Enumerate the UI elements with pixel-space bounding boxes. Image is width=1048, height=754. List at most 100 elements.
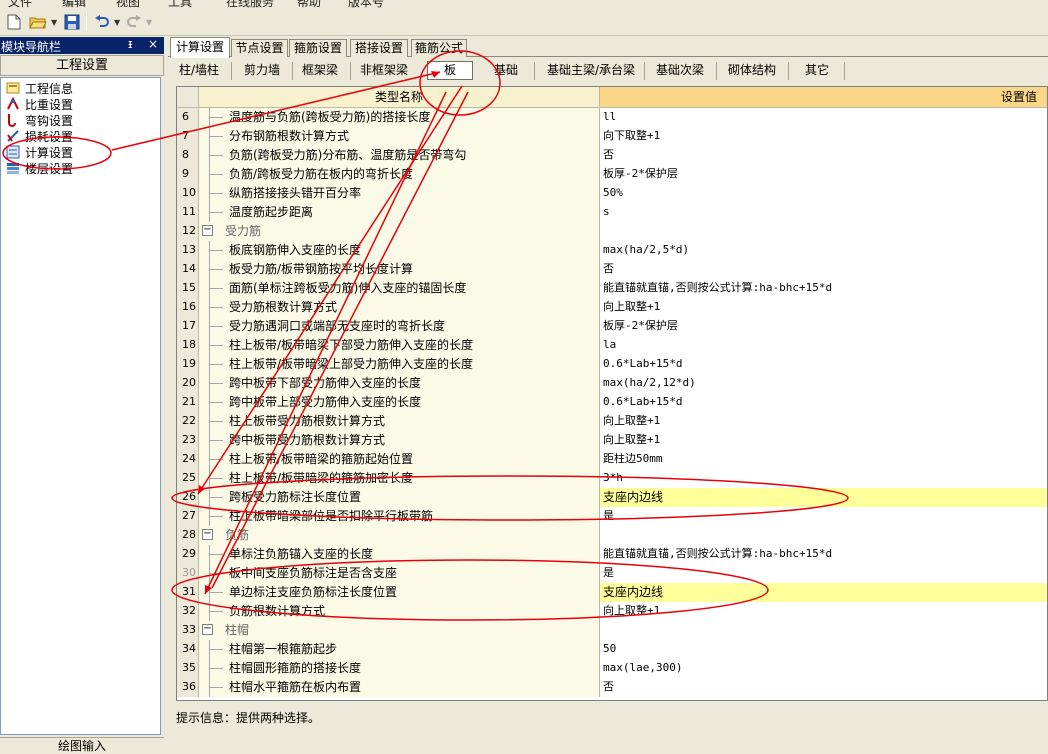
row-value-cell[interactable]: 否 [600, 146, 1047, 165]
table-row[interactable]: 29 单标注负筋锚入支座的长度 能直锚就直锚,否则按公式计算:ha-bhc+15*d [177, 545, 1047, 564]
table-row[interactable]: 23 跨中板带受力筋根数计算方式 向上取整+1 [177, 431, 1047, 450]
undo-dropdown-icon[interactable]: ▼ [114, 18, 120, 27]
menu-item[interactable]: 编辑 [62, 0, 86, 8]
table-row[interactable]: 25 柱上板带/板带暗梁的箍筋加密长度 3*h [177, 469, 1047, 488]
row-value-cell[interactable]: 50 [600, 640, 1047, 659]
save-icon[interactable] [62, 12, 82, 32]
table-row[interactable]: 20 跨中板带下部受力筋伸入支座的长度 max(ha/2,12*d) [177, 374, 1047, 393]
row-value-cell[interactable]: 向上取整+1 [600, 602, 1047, 621]
collapse-toggle-icon[interactable]: − [202, 624, 213, 635]
table-row[interactable]: 18 柱上板带/板带暗梁下部受力筋伸入支座的长度 la [177, 336, 1047, 355]
menu-item[interactable]: 文件 [8, 0, 32, 8]
table-row[interactable]: 31 单边标注支座负筋标注长度位置 支座内边线 [177, 583, 1047, 602]
subtab-column[interactable]: 柱/墙柱 [170, 58, 228, 83]
table-row[interactable]: 19 柱上板带/板带暗梁上部受力筋伸入支座的长度 0.6*Lab+15*d [177, 355, 1047, 374]
row-value-cell[interactable]: 板厚-2*保护层 [600, 317, 1047, 336]
row-value-cell[interactable]: 否 [600, 260, 1047, 279]
table-row[interactable]: 6 温度筋与负筋(跨板受力筋)的搭接长度 ll [177, 108, 1047, 127]
drawing-input-button[interactable]: 绘图输入 [0, 737, 164, 754]
pin-icon[interactable]: ᵻ [128, 37, 132, 51]
undo-icon[interactable] [92, 12, 112, 32]
table-row[interactable]: 11 温度筋起步距离 s [177, 203, 1047, 222]
nav-item-weight[interactable]: 比重设置 [5, 96, 73, 112]
table-row[interactable]: 30 板中间支座负筋标注是否含支座 是 [177, 564, 1047, 583]
subtab-non-frame-beam[interactable]: 非框架梁 [352, 58, 416, 83]
tab-stirrup-formula[interactable]: 箍筋公式 [411, 39, 467, 57]
table-row[interactable]: 27 柱上板带暗梁部位是否扣除平行板带筋 是 [177, 507, 1047, 526]
menu-item[interactable]: 工具 [168, 0, 192, 8]
collapse-toggle-icon[interactable]: − [202, 225, 213, 236]
close-icon[interactable]: × [148, 37, 158, 51]
column-header-value[interactable]: 设置值 [600, 87, 1047, 108]
subtab-masonry[interactable]: 砌体结构 [720, 58, 784, 83]
subtab-foundation[interactable]: 基础 [482, 58, 530, 83]
table-row[interactable]: 26 跨板受力筋标注长度位置 支座内边线 [177, 488, 1047, 507]
table-row[interactable]: 8 负筋(跨板受力筋)分布筋、温度筋是否带弯勾 否 [177, 146, 1047, 165]
tab-node-settings[interactable]: 节点设置 [231, 39, 288, 57]
menu-item[interactable]: 版本号 [348, 0, 384, 8]
grid-group-row[interactable]: 12− 受力筋 [177, 222, 1047, 241]
row-value-cell[interactable]: 支座内边线 [600, 583, 1047, 602]
table-row[interactable]: 13 板底钢筋伸入支座的长度 max(ha/2,5*d) [177, 241, 1047, 260]
table-row[interactable]: 17 受力筋遇洞口或端部无支座时的弯折长度 板厚-2*保护层 [177, 317, 1047, 336]
table-row[interactable]: 21 跨中板带上部受力筋伸入支座的长度 0.6*Lab+15*d [177, 393, 1047, 412]
row-value-cell[interactable]: 向上取整+1 [600, 412, 1047, 431]
table-row[interactable]: 32 负筋根数计算方式 向上取整+1 [177, 602, 1047, 621]
row-value-cell[interactable]: 向下取整+1 [600, 127, 1047, 146]
redo-icon[interactable] [124, 12, 144, 32]
table-row[interactable]: 14 板受力筋/板带钢筋按平均长度计算 否 [177, 260, 1047, 279]
nav-item-loss[interactable]: 损耗设置 [5, 128, 73, 144]
row-value-cell[interactable]: 50% [600, 184, 1047, 203]
table-row[interactable]: 7 分布钢筋根数计算方式 向下取整+1 [177, 127, 1047, 146]
row-value-cell[interactable]: 支座内边线 [600, 488, 1047, 507]
subtab-foundation-secondary-beam[interactable]: 基础次梁 [648, 58, 712, 83]
nav-item-floor[interactable]: 楼层设置 [5, 160, 73, 176]
redo-dropdown-icon[interactable]: ▼ [146, 18, 152, 27]
row-value-cell[interactable]: 距柱边50mm [600, 450, 1047, 469]
row-value-cell[interactable]: 否 [600, 678, 1047, 697]
nav-item-hook[interactable]: 弯钩设置 [5, 112, 73, 128]
collapse-toggle-icon[interactable]: − [202, 529, 213, 540]
menu-item[interactable]: 帮助 [297, 0, 321, 8]
row-value-cell[interactable]: 0.6*Lab+15*d [600, 355, 1047, 374]
table-row[interactable]: 22 柱上板带受力筋根数计算方式 向上取整+1 [177, 412, 1047, 431]
row-value-cell[interactable]: max(lae,300) [600, 659, 1047, 678]
row-value-cell[interactable] [600, 526, 1047, 545]
table-row[interactable]: 15 面筋(单标注跨板受力筋)伸入支座的锚固长度 能直锚就直锚,否则按公式计算:ha… [177, 279, 1047, 298]
tab-stirrup-settings[interactable]: 箍筋设置 [289, 39, 347, 57]
row-value-cell[interactable]: 是 [600, 507, 1047, 526]
row-value-cell[interactable]: ll [600, 108, 1047, 127]
row-value-cell[interactable]: 向上取整+1 [600, 431, 1047, 450]
table-row[interactable]: 9 负筋/跨板受力筋在板内的弯折长度 板厚-2*保护层 [177, 165, 1047, 184]
open-dropdown-icon[interactable]: ▼ [51, 18, 57, 27]
nav-item-project-info[interactable]: 工程信息 [5, 80, 73, 96]
nav-item-calc-settings[interactable]: 计算设置 [5, 144, 73, 160]
subtab-foundation-main-beam[interactable]: 基础主梁/承台梁 [540, 58, 642, 83]
column-header-type[interactable]: 类型名称 [199, 87, 600, 108]
row-value-cell[interactable]: 向上取整+1 [600, 298, 1047, 317]
new-file-icon[interactable] [4, 12, 24, 32]
row-value-cell[interactable]: 能直锚就直锚,否则按公式计算:ha-bhc+15*d [600, 545, 1047, 564]
project-settings-button[interactable]: 工程设置 [0, 55, 164, 76]
row-value-cell[interactable] [600, 222, 1047, 241]
row-value-cell[interactable] [600, 621, 1047, 640]
table-row[interactable]: 16 受力筋根数计算方式 向上取整+1 [177, 298, 1047, 317]
tab-lap-settings[interactable]: 搭接设置 [350, 39, 408, 57]
subtab-slab[interactable]: 板 [427, 61, 473, 80]
menu-item[interactable]: 视图 [116, 0, 140, 8]
row-value-cell[interactable]: 3*h [600, 469, 1047, 488]
subtab-other[interactable]: 其它 [792, 58, 842, 83]
tab-calc-settings[interactable]: 计算设置 [170, 37, 230, 58]
table-row[interactable]: 35 柱帽圆形箍筋的搭接长度 max(lae,300) [177, 659, 1047, 678]
row-value-cell[interactable]: 是 [600, 564, 1047, 583]
grid-group-row[interactable]: 28− 负筋 [177, 526, 1047, 545]
menu-item[interactable]: 在线服务 [226, 0, 274, 8]
row-value-cell[interactable]: 能直锚就直锚,否则按公式计算:ha-bhc+15*d [600, 279, 1047, 298]
row-value-cell[interactable]: la [600, 336, 1047, 355]
open-folder-icon[interactable] [28, 12, 48, 32]
table-row[interactable]: 24 柱上板带/板带暗梁的箍筋起始位置 距柱边50mm [177, 450, 1047, 469]
row-value-cell[interactable]: s [600, 203, 1047, 222]
grid-group-row[interactable]: 33− 柱帽 [177, 621, 1047, 640]
table-row[interactable]: 34 柱帽第一根箍筋起步 50 [177, 640, 1047, 659]
table-row[interactable]: 10 纵筋搭接接头错开百分率 50% [177, 184, 1047, 203]
